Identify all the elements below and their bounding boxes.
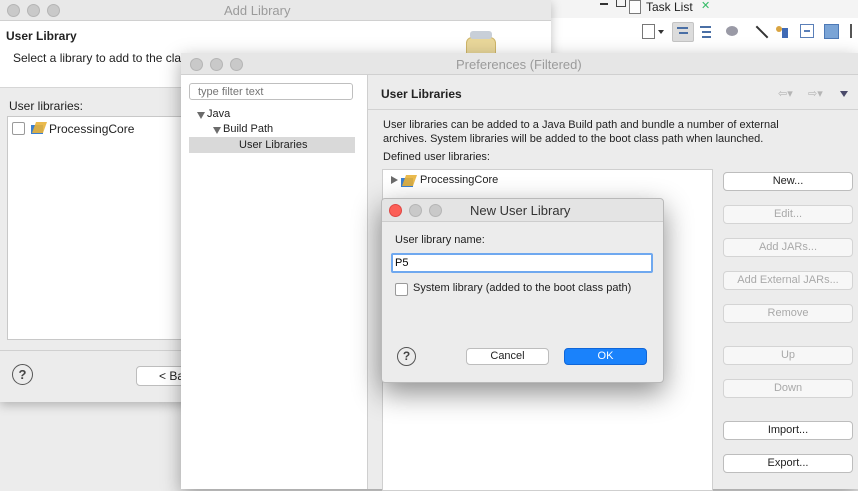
defined-libraries-label: Defined user libraries: — [383, 151, 490, 163]
import-button[interactable]: Import... — [723, 421, 853, 440]
zoom-button[interactable] — [230, 58, 243, 71]
focus-icon[interactable] — [726, 26, 738, 36]
close-button[interactable] — [7, 4, 20, 17]
add-external-jars-button[interactable]: Add External JARs... — [723, 271, 853, 290]
add-jars-button[interactable]: Add JARs... — [723, 238, 853, 257]
down-button[interactable]: Down — [723, 379, 853, 398]
help-icon[interactable]: ? — [12, 364, 33, 385]
preferences-tree-pane: Java Build Path User Libraries — [181, 75, 368, 489]
forward-arrow-icon[interactable]: ⇨▾ — [808, 87, 823, 100]
add-library-title: Add Library — [224, 3, 291, 18]
minimize-button[interactable] — [409, 204, 422, 217]
jar-lid-icon — [470, 31, 492, 39]
dropdown-arrow-icon[interactable] — [658, 30, 664, 34]
task-list-icon — [629, 0, 641, 14]
view-menu-icon[interactable] — [840, 91, 848, 97]
new-user-library-title: New User Library — [470, 203, 571, 218]
list-item[interactable]: ProcessingCore — [11, 121, 181, 137]
library-checkbox[interactable] — [12, 122, 25, 135]
zoom-button[interactable] — [47, 4, 60, 17]
close-button[interactable] — [190, 58, 203, 71]
expand-arrow-icon[interactable] — [213, 127, 221, 134]
up-button[interactable]: Up — [723, 346, 853, 365]
tree-item-java[interactable]: Java — [197, 107, 357, 123]
tree-item-build-path[interactable]: Build Path — [213, 122, 357, 138]
library-icon — [401, 175, 418, 187]
remove-button[interactable]: Remove — [723, 304, 853, 323]
preferences-title: Preferences (Filtered) — [456, 57, 582, 72]
preferences-titlebar: Preferences (Filtered) — [181, 53, 858, 75]
collapse-all-icon[interactable] — [800, 24, 814, 38]
page-header: User Libraries ⇦▾ ⇨▾ — [368, 75, 858, 110]
library-name-label: User library name: — [395, 234, 485, 246]
tree-row[interactable]: ProcessingCore — [389, 173, 689, 189]
back-arrow-icon[interactable]: ⇦▾ — [778, 87, 793, 100]
categorized-icon[interactable] — [672, 22, 694, 42]
task-list-label: Task List — [646, 0, 693, 14]
tab-task-list[interactable]: Task List ✕ — [626, 0, 718, 16]
library-name: ProcessingCore — [49, 122, 135, 136]
people-icon[interactable] — [774, 24, 790, 40]
new-button[interactable]: New... — [723, 172, 853, 191]
close-icon[interactable]: ✕ — [701, 0, 710, 12]
library-icon — [31, 122, 48, 134]
minimize-icon[interactable] — [600, 0, 608, 5]
task-list-toolbar — [636, 22, 858, 44]
help-icon[interactable]: ? — [397, 347, 416, 366]
user-libraries-list: ProcessingCore — [7, 116, 189, 340]
sync-icon[interactable] — [824, 24, 839, 39]
system-library-label: System library (added to the boot class … — [413, 282, 632, 294]
maximize-icon[interactable] — [616, 0, 626, 7]
tree-item-user-libraries[interactable]: User Libraries — [189, 137, 355, 153]
library-name-input[interactable] — [391, 253, 653, 273]
edit-button[interactable]: Edit... — [723, 205, 853, 224]
minimize-button[interactable] — [210, 58, 223, 71]
page-description: User libraries can be added to a Java Bu… — [383, 119, 779, 145]
add-library-footer-divider — [0, 350, 184, 351]
cancel-button[interactable]: Cancel — [466, 348, 549, 365]
add-library-titlebar: Add Library — [0, 0, 551, 21]
new-user-library-dialog: New User Library User library name: Syst… — [381, 198, 664, 383]
add-library-heading: User Library — [6, 29, 77, 43]
hide-completed-icon[interactable] — [754, 24, 770, 40]
page-title: User Libraries — [381, 87, 462, 101]
user-libraries-label: User libraries: — [9, 99, 84, 113]
system-library-checkbox[interactable] — [395, 283, 408, 296]
new-user-library-titlebar: New User Library — [382, 199, 663, 222]
ok-button[interactable]: OK — [564, 348, 647, 365]
filter-input[interactable] — [189, 83, 353, 100]
minimize-button[interactable] — [27, 4, 40, 17]
system-library-checkbox-row[interactable]: System library (added to the boot class … — [395, 282, 657, 298]
close-button[interactable] — [389, 204, 402, 217]
expand-arrow-icon[interactable] — [197, 112, 205, 119]
export-button[interactable]: Export... — [723, 454, 853, 473]
expand-arrow-icon[interactable] — [391, 176, 398, 184]
more-icon[interactable] — [850, 24, 858, 38]
scheduled-icon[interactable] — [698, 24, 714, 40]
new-task-icon[interactable] — [642, 24, 655, 39]
zoom-button[interactable] — [429, 204, 442, 217]
add-library-instructions: Select a library to add to the cla — [13, 51, 182, 65]
